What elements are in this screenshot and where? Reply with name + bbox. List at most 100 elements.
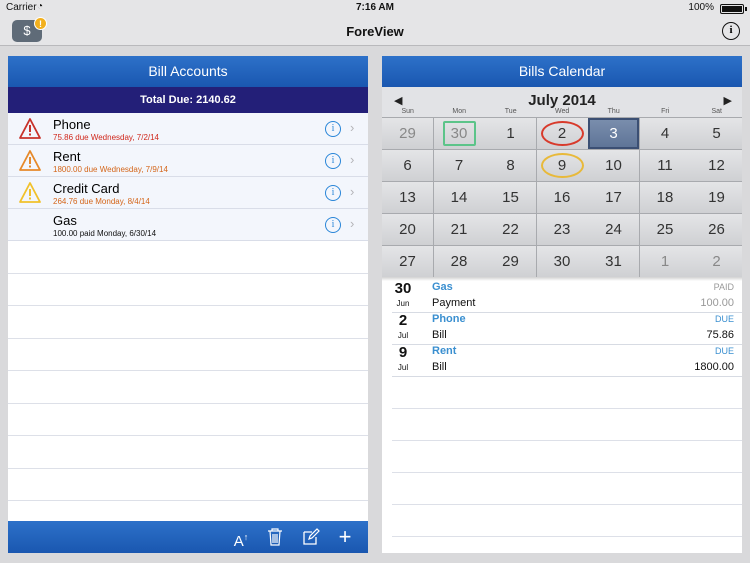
event-item[interactable]: 2 Jul Phone DUE Bill 75.86	[392, 312, 742, 345]
day-number: 12	[708, 157, 725, 174]
calendar-day[interactable]: 2	[691, 246, 742, 277]
bills-calendar-panel: Bills Calendar ◀ July 2014 ▶ Sun Mon Tue We…	[382, 56, 742, 553]
next-month-icon[interactable]: ▶	[724, 94, 732, 107]
calendar-day[interactable]: 13	[382, 182, 433, 213]
event-amount: 1800.00	[694, 361, 734, 373]
weekday-label: Thu	[607, 108, 620, 115]
bill-name: Credit Card	[53, 181, 120, 196]
weekday-label: Wed	[555, 108, 570, 115]
event-type: Bill	[432, 329, 447, 341]
day-number: 18	[656, 189, 674, 206]
day-number: 2	[712, 253, 721, 270]
calendar-day[interactable]: 29	[382, 118, 433, 149]
day-number: 27	[399, 253, 416, 270]
day-number: 6	[403, 157, 412, 174]
empty-row	[8, 404, 368, 436]
calendar-day[interactable]: 30	[536, 246, 588, 277]
day-number: 22	[502, 221, 519, 238]
event-type: Bill	[432, 361, 447, 373]
day-number: 29	[502, 253, 519, 270]
bill-detail: 1800.00 due Wednesday, 7/9/14	[53, 165, 168, 174]
bill-list: Phone 75.86 due Wednesday, 7/2/14 i › Rent 18…	[8, 113, 368, 241]
weekday-label: Tue	[504, 108, 517, 115]
info-icon[interactable]: i	[325, 217, 341, 233]
font-size-icon[interactable]: A↑	[230, 526, 252, 550]
calendar-day[interactable]: 17	[588, 182, 639, 213]
calendar-day[interactable]: 10	[588, 150, 639, 181]
calendar-day[interactable]: 12	[691, 150, 742, 181]
event-item[interactable]: 30 Jun Gas PAID Payment 100.00	[392, 280, 742, 313]
calendar-day[interactable]: 29	[485, 246, 536, 277]
calendar-day[interactable]: 8	[485, 150, 536, 181]
calendar-day[interactable]: 24	[588, 214, 639, 245]
bill-row-gas[interactable]: Gas 100.00 paid Monday, 6/30/14 i ›	[8, 209, 368, 241]
calendar-day[interactable]: 6	[382, 150, 433, 181]
info-icon[interactable]: i	[325, 185, 341, 201]
bill-row-credit-card[interactable]: Credit Card 264.76 due Monday, 8/4/14 i ›	[8, 177, 368, 209]
info-icon[interactable]: i	[722, 22, 740, 40]
bill-name: Phone	[53, 117, 91, 132]
day-number: 11	[657, 157, 673, 174]
chevron-right-icon[interactable]: ›	[350, 184, 354, 199]
event-name: Rent	[432, 345, 457, 357]
calendar-day[interactable]: 15	[485, 182, 536, 213]
chevron-right-icon[interactable]: ›	[350, 152, 354, 167]
day-number: 30	[553, 253, 571, 270]
empty-row	[392, 505, 742, 537]
day-number: 31	[605, 253, 622, 270]
battery-percent: 100%	[688, 2, 714, 13]
chevron-right-icon[interactable]: ›	[350, 120, 354, 135]
empty-row	[392, 377, 742, 409]
calendar-day[interactable]: 27	[382, 246, 433, 277]
calendar-day[interactable]: 3	[588, 118, 639, 149]
event-amount: 75.86	[706, 329, 734, 341]
calendar-day[interactable]: 14	[433, 182, 485, 213]
event-month: Jul	[397, 363, 409, 372]
bill-row-phone[interactable]: Phone 75.86 due Wednesday, 7/2/14 i ›	[8, 113, 368, 145]
event-list: 30 Jun Gas PAID Payment 100.00 2 Jul Phone DUE Bil…	[382, 280, 742, 553]
calendar-day[interactable]: 28	[433, 246, 485, 277]
empty-row	[392, 441, 742, 473]
event-name: Phone	[432, 313, 466, 325]
info-icon[interactable]: i	[325, 153, 341, 169]
bill-detail: 100.00 paid Monday, 6/30/14	[53, 229, 157, 238]
bill-row-rent[interactable]: Rent 1800.00 due Wednesday, 7/9/14 i ›	[8, 145, 368, 177]
day-number: 20	[399, 221, 416, 238]
info-icon[interactable]: i	[325, 121, 341, 137]
bill-name: Gas	[53, 213, 77, 228]
warning-icon	[19, 118, 41, 139]
clock: 7:16 AM	[356, 2, 394, 13]
calendar-day[interactable]: 19	[691, 182, 742, 213]
day-number: 24	[605, 221, 622, 238]
calendar-day[interactable]: 5	[691, 118, 742, 149]
calendar-day[interactable]: 20	[382, 214, 433, 245]
calendar-day[interactable]: 18	[639, 182, 691, 213]
calendar-day[interactable]: 1	[639, 246, 691, 277]
calendar-day[interactable]: 11	[639, 150, 691, 181]
add-bill-button[interactable]: +	[334, 526, 356, 548]
event-item[interactable]: 9 Jul Rent DUE Bill 1800.00	[392, 344, 742, 377]
empty-row	[8, 306, 368, 339]
calendar-day[interactable]: 22	[485, 214, 536, 245]
calendar-day[interactable]: 25	[639, 214, 691, 245]
calendar-day[interactable]: 21	[433, 214, 485, 245]
day-number: 10	[605, 157, 622, 174]
calendar-day[interactable]: 26	[691, 214, 742, 245]
day-number: 5	[712, 125, 721, 142]
calendar-day[interactable]: 1	[485, 118, 536, 149]
trash-icon[interactable]	[264, 526, 286, 548]
chevron-right-icon[interactable]: ›	[350, 216, 354, 231]
day-number: 13	[399, 189, 416, 206]
calendar-day[interactable]: 4	[639, 118, 691, 149]
calendar-day[interactable]: 2	[536, 118, 588, 149]
calendar-day[interactable]: 9	[536, 150, 588, 181]
calendar-day[interactable]: 16	[536, 182, 588, 213]
calendar-day[interactable]: 31	[588, 246, 639, 277]
empty-row	[8, 469, 368, 501]
calendar-day[interactable]: 7	[433, 150, 485, 181]
compose-icon[interactable]	[300, 526, 322, 548]
day-number: 9	[557, 157, 567, 174]
calendar-day[interactable]: 23	[536, 214, 588, 245]
day-number: 30	[450, 125, 468, 142]
calendar-day[interactable]: 30	[433, 118, 485, 149]
